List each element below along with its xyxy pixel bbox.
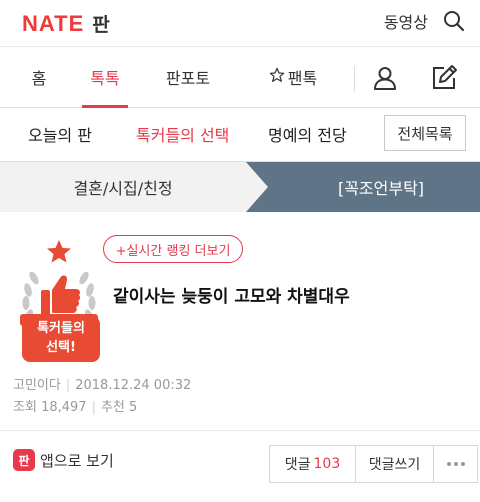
user-icon[interactable] (369, 62, 401, 94)
all-list-button[interactable]: 전체목록 (384, 115, 466, 151)
comments-count: 103 (313, 456, 341, 472)
author-name[interactable]: 고민이다 (13, 378, 61, 393)
likes-label: 추천 (100, 400, 125, 415)
tab-label: 팬톡 (287, 69, 318, 88)
header: NATE 판 동영상 (0, 0, 480, 46)
meta-separator: | (65, 378, 71, 393)
subnav-talker-choice[interactable]: 톡커들의 선택 (136, 108, 229, 160)
sub-navigation: 오늘의 판 톡커들의 선택 명예의 전당 전체목록 (0, 108, 480, 162)
category-board[interactable]: 결혼/시집/친정 (0, 162, 246, 212)
pencil-icon[interactable] (428, 62, 460, 94)
subnav-today[interactable]: 오늘의 판 (28, 108, 92, 160)
category-strip: 결혼/시집/친정 [꼭조언부탁] (0, 162, 480, 212)
open-app-label: 앱으로 보기 (40, 451, 114, 470)
badge-label-line1: 톡커들의 (37, 321, 85, 336)
tab-home[interactable]: 홈 (18, 47, 60, 107)
tab-label: 판포토 (165, 69, 211, 88)
bottom-bar: 판 앱으로 보기 댓글 103 댓글쓰기 (0, 430, 480, 502)
views-count: 18,497 (41, 400, 87, 415)
divider (354, 66, 355, 92)
article-meta-author-date: 고민이다 | 2018.12.24 00:32 (13, 374, 191, 393)
more-icon[interactable] (433, 446, 477, 482)
badge-label-line2: 선택! (46, 340, 76, 355)
subnav-hall-of-fame[interactable]: 명예의 전당 (268, 108, 347, 160)
comment-actions: 댓글 103 댓글쓰기 (269, 445, 478, 483)
tab-toktok[interactable]: 톡톡 (82, 47, 128, 108)
comments-button[interactable]: 댓글 103 (270, 446, 355, 482)
star-icon (269, 67, 285, 87)
search-icon[interactable] (442, 9, 466, 33)
logo-text: NATE (22, 10, 85, 36)
likes-count: 5 (129, 400, 138, 415)
ranking-more-link[interactable]: +실시간 랭킹 더보기 (103, 235, 243, 263)
badge-label: 톡커들의 선택! (22, 316, 100, 362)
app-icon: 판 (13, 449, 35, 471)
tab-panphoto[interactable]: 판포토 (158, 47, 218, 107)
logo-section: 판 (92, 14, 110, 36)
views-label: 조회 (13, 400, 37, 415)
main-tabs: 홈 톡톡 판포토 팬톡 (0, 46, 480, 108)
category-tag[interactable]: [꼭조언부탁] (282, 162, 480, 212)
tab-label: 톡톡 (90, 69, 120, 88)
tab-fantalk[interactable]: 팬톡 (262, 47, 324, 107)
article-meta-stats: 조회 18,497 | 추천 5 (13, 396, 137, 415)
comments-label: 댓글 (284, 457, 311, 473)
meta-separator: | (91, 400, 96, 415)
nate-logo[interactable]: NATE 판 (22, 10, 110, 37)
article-title: 같이사는 늦둥이 고모와 차별대우 (113, 287, 350, 307)
open-app-button[interactable]: 판 앱으로 보기 (13, 449, 114, 471)
tab-label: 홈 (31, 69, 47, 88)
write-comment-button[interactable]: 댓글쓰기 (355, 446, 433, 482)
video-link[interactable]: 동영상 (384, 9, 428, 33)
post-date: 2018.12.24 00:32 (75, 378, 192, 393)
